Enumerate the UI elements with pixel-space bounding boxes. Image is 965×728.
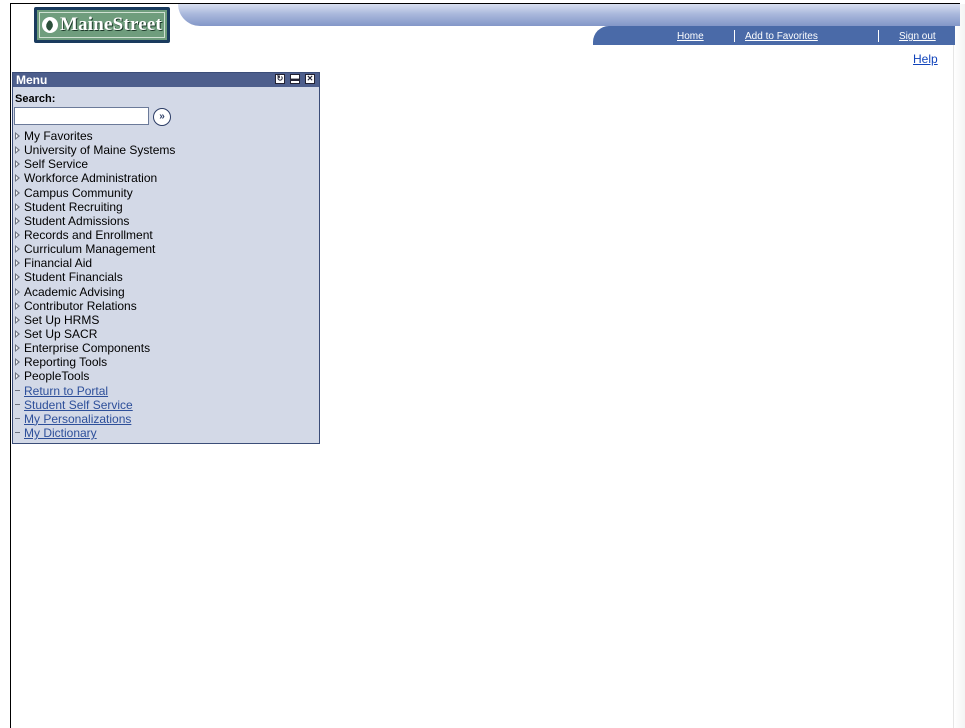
menu-folder-label: Student Admissions bbox=[24, 213, 130, 228]
search-go-button[interactable]: » bbox=[153, 108, 171, 126]
menu-folder-label: Set Up HRMS bbox=[24, 312, 100, 327]
menu-link-item[interactable]: My Dictionary bbox=[15, 426, 319, 440]
dash-icon bbox=[15, 417, 20, 419]
menu-folder-item[interactable]: Curriculum Management bbox=[15, 242, 319, 256]
menu-folder-item[interactable]: Contributor Relations bbox=[15, 299, 319, 313]
menu-folder-item[interactable]: My Favorites bbox=[15, 129, 319, 143]
search-label: Search: bbox=[15, 93, 56, 105]
menu-folder-label: Curriculum Management bbox=[24, 242, 156, 257]
nav-separator bbox=[734, 30, 735, 42]
expand-triangle-icon bbox=[15, 202, 20, 211]
add-to-favorites-link[interactable]: Add to Favorites bbox=[745, 31, 818, 42]
expand-triangle-icon bbox=[15, 372, 20, 381]
menu-folder-label: Financial Aid bbox=[24, 256, 93, 271]
menu-folder-label: Self Service bbox=[24, 157, 89, 172]
expand-triangle-icon bbox=[15, 188, 20, 197]
menu-link-item[interactable]: My Personalizations bbox=[15, 412, 319, 426]
menu-folder-label: PeopleTools bbox=[24, 369, 90, 384]
home-link[interactable]: Home bbox=[677, 31, 704, 42]
menu-folder-label: Reporting Tools bbox=[24, 355, 108, 370]
menu-folder-item[interactable]: Student Recruiting bbox=[15, 200, 319, 214]
dash-icon bbox=[15, 431, 20, 433]
expand-triangle-icon bbox=[15, 160, 20, 169]
expand-triangle-icon bbox=[15, 301, 20, 310]
menu-folder-label: Academic Advising bbox=[24, 284, 125, 299]
menu-folder-label: Enterprise Components bbox=[24, 341, 151, 356]
maine-state-icon bbox=[41, 17, 58, 33]
expand-triangle-icon bbox=[15, 230, 20, 239]
menu-folder-item[interactable]: Reporting Tools bbox=[15, 355, 319, 369]
pagelet-controls: ↻ ▬ ✕ bbox=[275, 74, 315, 84]
top-nav-bar: Home Add to Favorites Sign out bbox=[593, 26, 955, 45]
logo-text: MaineStreet bbox=[59, 14, 163, 35]
close-icon[interactable]: ✕ bbox=[305, 74, 315, 84]
expand-triangle-icon bbox=[15, 174, 20, 183]
expand-triangle-icon bbox=[15, 315, 20, 324]
menu-folder-label: Set Up SACR bbox=[24, 326, 98, 341]
menu-folder-item[interactable]: PeopleTools bbox=[15, 369, 319, 383]
menu-folder-label: My Favorites bbox=[24, 129, 93, 143]
menu-folder-item[interactable]: Financial Aid bbox=[15, 256, 319, 270]
scrollbar-edge[interactable] bbox=[953, 4, 965, 728]
menu-folder-label: Contributor Relations bbox=[24, 298, 137, 313]
menu-link-label[interactable]: My Personalizations bbox=[24, 412, 131, 426]
menu-folder-label: Records and Enrollment bbox=[24, 227, 153, 242]
expand-triangle-icon bbox=[15, 273, 20, 282]
expand-triangle-icon bbox=[15, 146, 20, 155]
menu-folder-item[interactable]: Student Financials bbox=[15, 270, 319, 284]
menu-link-item[interactable]: Student Self Service bbox=[15, 398, 319, 412]
dash-icon bbox=[15, 389, 20, 391]
nav-separator bbox=[878, 30, 879, 42]
menu-folder-item[interactable]: Enterprise Components bbox=[15, 341, 319, 355]
dash-icon bbox=[15, 403, 20, 405]
minimize-icon[interactable]: ▬ bbox=[290, 74, 300, 84]
menu-link-item[interactable]: Return to Portal bbox=[15, 384, 319, 398]
menu-link-label[interactable]: My Dictionary bbox=[24, 426, 97, 440]
search-row: » bbox=[13, 107, 319, 129]
menu-search-input[interactable] bbox=[14, 107, 149, 125]
menu-folder-item[interactable]: Self Service bbox=[15, 157, 319, 171]
menu-folder-label: Workforce Administration bbox=[24, 171, 158, 186]
mainestreet-logo[interactable]: MaineStreet bbox=[34, 7, 170, 43]
menu-folder-item[interactable]: Workforce Administration bbox=[15, 171, 319, 185]
menu-folder-label: Campus Community bbox=[24, 185, 133, 200]
expand-triangle-icon bbox=[15, 358, 20, 367]
menu-folder-item[interactable]: Campus Community bbox=[15, 186, 319, 200]
menu-title: Menu bbox=[16, 73, 48, 87]
menu-folder-item[interactable]: Set Up SACR bbox=[15, 327, 319, 341]
expand-triangle-icon bbox=[15, 344, 20, 353]
menu-folder-label: Student Recruiting bbox=[24, 199, 123, 214]
menu-folder-label: Student Financials bbox=[24, 270, 123, 285]
logo-inner: MaineStreet bbox=[39, 12, 165, 38]
menu-tree: My Favorites University of Maine Systems S… bbox=[13, 129, 319, 440]
menu-folder-item[interactable]: Records and Enrollment bbox=[15, 228, 319, 242]
menu-link-label[interactable]: Return to Portal bbox=[24, 384, 108, 398]
menu-folder-item[interactable]: Set Up HRMS bbox=[15, 313, 319, 327]
sign-out-link[interactable]: Sign out bbox=[899, 31, 936, 42]
help-link[interactable]: Help bbox=[913, 52, 938, 66]
menu-folder-item[interactable]: Academic Advising bbox=[15, 285, 319, 299]
menu-folder-label: University of Maine Systems bbox=[24, 143, 176, 158]
expand-triangle-icon bbox=[15, 245, 20, 254]
menu-pagelet: Menu ↻ ▬ ✕ Search: » My Favorites Univers… bbox=[12, 72, 320, 444]
expand-triangle-icon bbox=[15, 287, 20, 296]
menu-folder-item[interactable]: Student Admissions bbox=[15, 214, 319, 228]
expand-triangle-icon bbox=[15, 259, 20, 268]
menu-header: Menu ↻ ▬ ✕ bbox=[13, 73, 319, 87]
menu-folder-item[interactable]: University of Maine Systems bbox=[15, 143, 319, 157]
expand-triangle-icon bbox=[15, 216, 20, 225]
refresh-icon[interactable]: ↻ bbox=[275, 74, 285, 84]
menu-link-label[interactable]: Student Self Service bbox=[24, 398, 133, 412]
expand-triangle-icon bbox=[15, 132, 20, 140]
expand-triangle-icon bbox=[15, 329, 20, 338]
header-band bbox=[178, 4, 960, 26]
